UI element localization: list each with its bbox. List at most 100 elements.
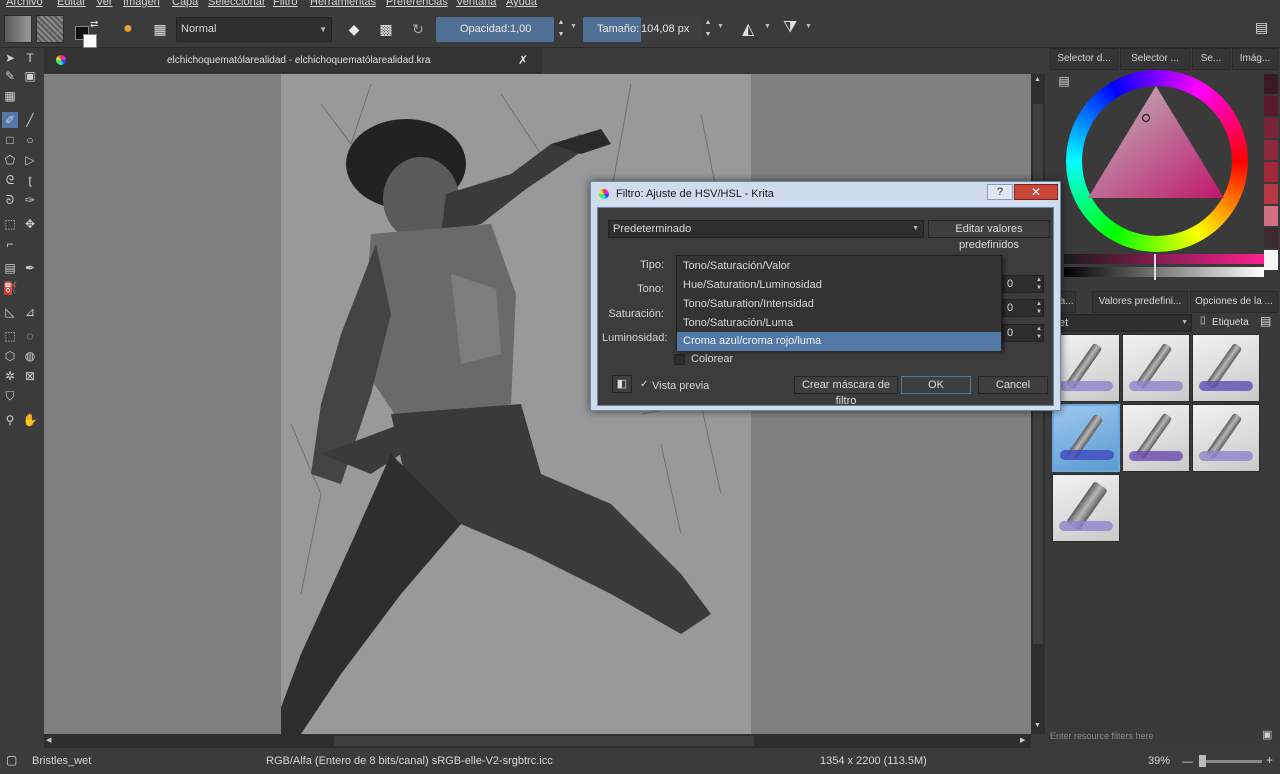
zoom-tool-icon[interactable]: ⚲ <box>2 412 18 428</box>
tag-button[interactable]: ▯ Etiqueta <box>1200 315 1254 331</box>
luminosity-spinbox[interactable]: 0 ▲ ▼ <box>1002 324 1044 342</box>
color-swatch[interactable] <box>1264 184 1278 204</box>
menu-editar[interactable]: Editar <box>57 0 86 8</box>
tab-image[interactable]: Imág... <box>1232 48 1278 70</box>
pattern-tool-icon[interactable]: ▦ <box>2 88 18 104</box>
gradient-tool-icon[interactable]: ▤ <box>2 260 18 276</box>
mirror-vertical-icon[interactable]: ⧩ <box>783 19 797 37</box>
opacity-spin-arrows[interactable]: ▲ ▼ <box>556 17 566 42</box>
scroll-left-icon[interactable]: ◀ <box>46 736 51 744</box>
saturation-spinbox[interactable]: 0 ▲ ▼ <box>1002 299 1044 317</box>
polygon-select-icon[interactable]: ⬡ <box>2 348 18 364</box>
preset-filter-select[interactable]: et ▼ <box>1054 314 1192 332</box>
mirror-horizontal-icon[interactable]: ◭ <box>742 19 754 39</box>
brush-preset-thumb[interactable] <box>1052 474 1120 542</box>
calligraphy-icon[interactable]: ▣ <box>22 68 38 84</box>
split-preview-icon[interactable]: ◧ <box>612 375 632 393</box>
color-swatch[interactable] <box>1264 118 1278 138</box>
scrollbar-thumb[interactable] <box>334 736 754 746</box>
close-tab-icon[interactable]: ✗ <box>518 48 528 73</box>
outline-select-icon[interactable]: ◍ <box>22 348 38 364</box>
close-icon[interactable]: ✕ <box>1014 184 1058 200</box>
resource-filter-input[interactable]: Enter resource filters here <box>1050 728 1260 744</box>
preserve-alpha-icon[interactable]: ▩ <box>372 15 400 43</box>
dynamic-brush-icon[interactable]: ᘐ <box>2 192 18 208</box>
foreground-background-color-icon[interactable]: ⇄ <box>72 19 102 49</box>
workspace-icon[interactable]: ▤ <box>1255 19 1268 36</box>
zoom-out-icon[interactable]: — <box>1182 756 1193 768</box>
scroll-up-icon[interactable]: ▲ <box>1034 76 1041 83</box>
tab-advanced-color-selector[interactable]: Selector d... <box>1050 48 1118 70</box>
menu-herramientas[interactable]: Herramientas <box>310 0 376 8</box>
crop-tool-icon[interactable]: ⌐ <box>2 236 18 252</box>
tab-se[interactable]: Se... <box>1192 48 1230 70</box>
text-tool-icon[interactable]: T <box>22 50 38 66</box>
color-swatch[interactable] <box>1264 74 1278 94</box>
contiguous-select-icon[interactable]: ✲ <box>2 368 18 384</box>
chevron-down-icon[interactable]: ▼ <box>764 23 771 30</box>
gradient-preset-icon[interactable] <box>4 15 32 43</box>
menu-filtro[interactable]: Filtro <box>273 0 297 8</box>
dialog-titlebar[interactable]: Filtro: Ajuste de HSV/HSL - Krita ? ✕ <box>591 182 1060 206</box>
menu-capa[interactable]: Capa <box>172 0 198 8</box>
menu-seleccionar[interactable]: Seleccionar <box>208 0 265 8</box>
saturation-value-triangle[interactable] <box>1088 86 1228 206</box>
reload-preset-icon[interactable]: ↻ <box>404 15 432 43</box>
ellipse-select-icon[interactable]: ◌ <box>22 328 38 344</box>
chevron-down-icon[interactable]: ▼ <box>805 23 812 30</box>
menu-ventana[interactable]: Ventana <box>456 0 496 8</box>
type-option[interactable]: Tono/Saturación/Valor <box>677 257 1001 276</box>
menu-ayuda[interactable]: Ayuda <box>506 0 537 8</box>
polygon-tool-icon[interactable]: ⬠ <box>2 152 18 168</box>
tab-brush-presets[interactable]: Valores predefini... <box>1092 291 1188 313</box>
pattern-preset-icon[interactable] <box>36 15 64 43</box>
select-shape-icon[interactable]: ➤ <box>2 50 18 66</box>
color-swatch[interactable] <box>1264 96 1278 116</box>
brush-preset-thumb[interactable] <box>1192 404 1260 472</box>
measure-tool-icon[interactable]: ⊿ <box>22 304 38 320</box>
similar-select-icon[interactable]: ⊠ <box>22 368 38 384</box>
polyline-tool-icon[interactable]: ▷ <box>22 152 38 168</box>
colorize-checkbox[interactable] <box>674 354 685 365</box>
scroll-right-icon[interactable]: ▶ <box>1020 736 1025 744</box>
menu-imagen[interactable]: Imagen <box>123 0 160 8</box>
rectangle-tool-icon[interactable]: □ <box>2 132 18 148</box>
color-picker-icon[interactable]: ✒ <box>22 260 38 276</box>
color-selector-settings-icon[interactable]: ▤ <box>1052 74 1076 94</box>
edit-shape-icon[interactable]: ✎ <box>2 68 18 84</box>
color-swatch[interactable] <box>1264 228 1278 248</box>
horizontal-scrollbar[interactable]: ◀ ▶ <box>44 734 1031 748</box>
chevron-down-icon[interactable]: ▼ <box>570 23 577 30</box>
tab-tool-options[interactable]: Opciones de la ... <box>1190 291 1278 313</box>
size-slider[interactable]: 104,08 px <box>641 17 701 42</box>
opacity-slider[interactable]: Opacidad: 1,00 <box>436 17 554 42</box>
brush-preset-thumb[interactable] <box>1052 334 1120 402</box>
menu-archivo[interactable]: Archivo <box>6 0 43 8</box>
color-swatch[interactable] <box>1264 140 1278 160</box>
color-swatch[interactable] <box>1264 162 1278 182</box>
freehand-brush-icon[interactable]: ✐ <box>2 112 18 128</box>
tab-color-selector[interactable]: Selector ... <box>1120 48 1190 70</box>
create-filter-mask-button[interactable]: Crear máscara de filtro <box>794 376 898 407</box>
hue-spinbox[interactable]: 0 ▲ ▼ <box>1002 275 1044 293</box>
brush-preset-thumb[interactable] <box>1122 404 1190 472</box>
zoom-slider-handle[interactable] <box>1199 755 1206 767</box>
brush-preset-thumb-selected[interactable] <box>1052 404 1120 472</box>
preset-select[interactable]: Predeterminado ▼ <box>608 220 924 238</box>
edit-presets-button[interactable]: Editar valores predefinidos <box>928 220 1050 251</box>
eraser-mode-icon[interactable]: ◆ <box>340 15 368 43</box>
scroll-down-icon[interactable]: ▼ <box>1034 722 1041 729</box>
type-option[interactable]: Tono/Saturación/Luma <box>677 314 1001 333</box>
assistant-tool-icon[interactable]: ◺ <box>2 304 18 320</box>
type-option-selected[interactable]: Croma azul/croma rojo/luma <box>677 332 1001 351</box>
move-tool-icon[interactable]: ✥ <box>22 216 38 232</box>
zoom-in-icon[interactable]: + <box>1266 753 1273 767</box>
ok-button[interactable]: OK <box>901 376 971 394</box>
brush-preset-icon[interactable]: ● <box>114 15 142 43</box>
ellipse-tool-icon[interactable]: ○ <box>22 132 38 148</box>
freehand-path-icon[interactable]: ʈ <box>22 172 38 188</box>
bezier-select-icon[interactable]: ⛉ <box>2 388 18 404</box>
fill-tool-icon[interactable]: ⛽ <box>2 280 18 296</box>
value-slider[interactable] <box>1064 254 1264 264</box>
type-option[interactable]: Tono/Saturation/Intensidad <box>677 295 1001 314</box>
